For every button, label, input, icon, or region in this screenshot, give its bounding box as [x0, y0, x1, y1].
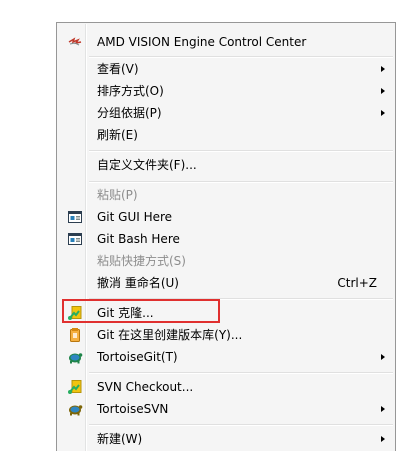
submenu-arrow-icon	[381, 436, 385, 442]
menu-item-label: Git Bash Here	[97, 232, 180, 246]
menu-item-label: 粘贴(P)	[97, 188, 138, 202]
tortoisegit-icon	[67, 349, 83, 365]
tortoisesvn-icon	[67, 401, 83, 417]
menu-item-paste-shortcut: 粘贴快捷方式(S)	[59, 250, 393, 272]
menu-separator	[89, 424, 393, 426]
menu-item-amd-vision[interactable]: AMD VISION Engine Control Center	[59, 31, 393, 53]
tortoisegit-create-repo-icon	[67, 327, 83, 343]
menu-item-label: 排序方式(O)	[97, 84, 164, 98]
menu-item-label: 分组依据(P)	[97, 106, 162, 120]
submenu-arrow-icon	[381, 406, 385, 412]
menu-item-label: TortoiseSVN	[97, 402, 169, 416]
submenu-arrow-icon	[381, 110, 385, 116]
menu-item-git-bash-here[interactable]: Git Bash Here	[59, 228, 393, 250]
menu-separator	[89, 150, 393, 152]
menu-item-new[interactable]: 新建(W)	[59, 428, 393, 450]
menu-separator	[89, 181, 393, 183]
menu-item-label: 新建(W)	[97, 432, 143, 446]
annotation-highlight-box	[62, 299, 220, 323]
menu-item-shortcut: Ctrl+Z	[337, 276, 377, 290]
submenu-arrow-icon	[381, 88, 385, 94]
submenu-arrow-icon	[381, 354, 385, 360]
menu-item-label: 刷新(E)	[97, 128, 138, 142]
menu-item-tortoisegit[interactable]: TortoiseGit(T)	[59, 346, 393, 368]
menu-item-git-create-repo[interactable]: Git 在这里创建版本库(Y)...	[59, 324, 393, 346]
menu-item-label: Git 在这里创建版本库(Y)...	[97, 328, 243, 342]
menu-item-git-gui-here[interactable]: Git GUI Here	[59, 206, 393, 228]
menu-item-group-by[interactable]: 分组依据(P)	[59, 102, 393, 124]
menu-item-tortoisesvn[interactable]: TortoiseSVN	[59, 398, 393, 420]
menu-item-undo-rename[interactable]: 撤消 重命名(U) Ctrl+Z	[59, 272, 393, 294]
menu-item-label: AMD VISION Engine Control Center	[97, 35, 307, 49]
menu-item-refresh[interactable]: 刷新(E)	[59, 124, 393, 146]
submenu-arrow-icon	[381, 66, 385, 72]
menu-item-customize-folder[interactable]: 自定义文件夹(F)...	[59, 154, 393, 176]
svn-checkout-icon	[67, 379, 83, 395]
menu-item-label: 查看(V)	[97, 62, 139, 76]
menu-item-label: SVN Checkout...	[97, 380, 194, 394]
menu-item-paste: 粘贴(P)	[59, 184, 393, 206]
menu-item-label: 粘贴快捷方式(S)	[97, 254, 186, 268]
menu-item-view[interactable]: 查看(V)	[59, 58, 393, 80]
menu-item-label: Git GUI Here	[97, 210, 173, 224]
menu-item-label: 撤消 重命名(U)	[97, 276, 179, 290]
menu-item-label: 自定义文件夹(F)...	[97, 158, 197, 172]
amd-icon	[67, 34, 83, 50]
git-gui-icon	[67, 209, 83, 225]
menu-item-sort-by[interactable]: 排序方式(O)	[59, 80, 393, 102]
menu-item-svn-checkout[interactable]: SVN Checkout...	[59, 376, 393, 398]
git-bash-icon	[67, 231, 83, 247]
menu-item-label: TortoiseGit(T)	[97, 350, 178, 364]
context-menu: AMD VISION Engine Control Center 查看(V) 排…	[56, 22, 396, 451]
menu-separator	[89, 372, 393, 374]
